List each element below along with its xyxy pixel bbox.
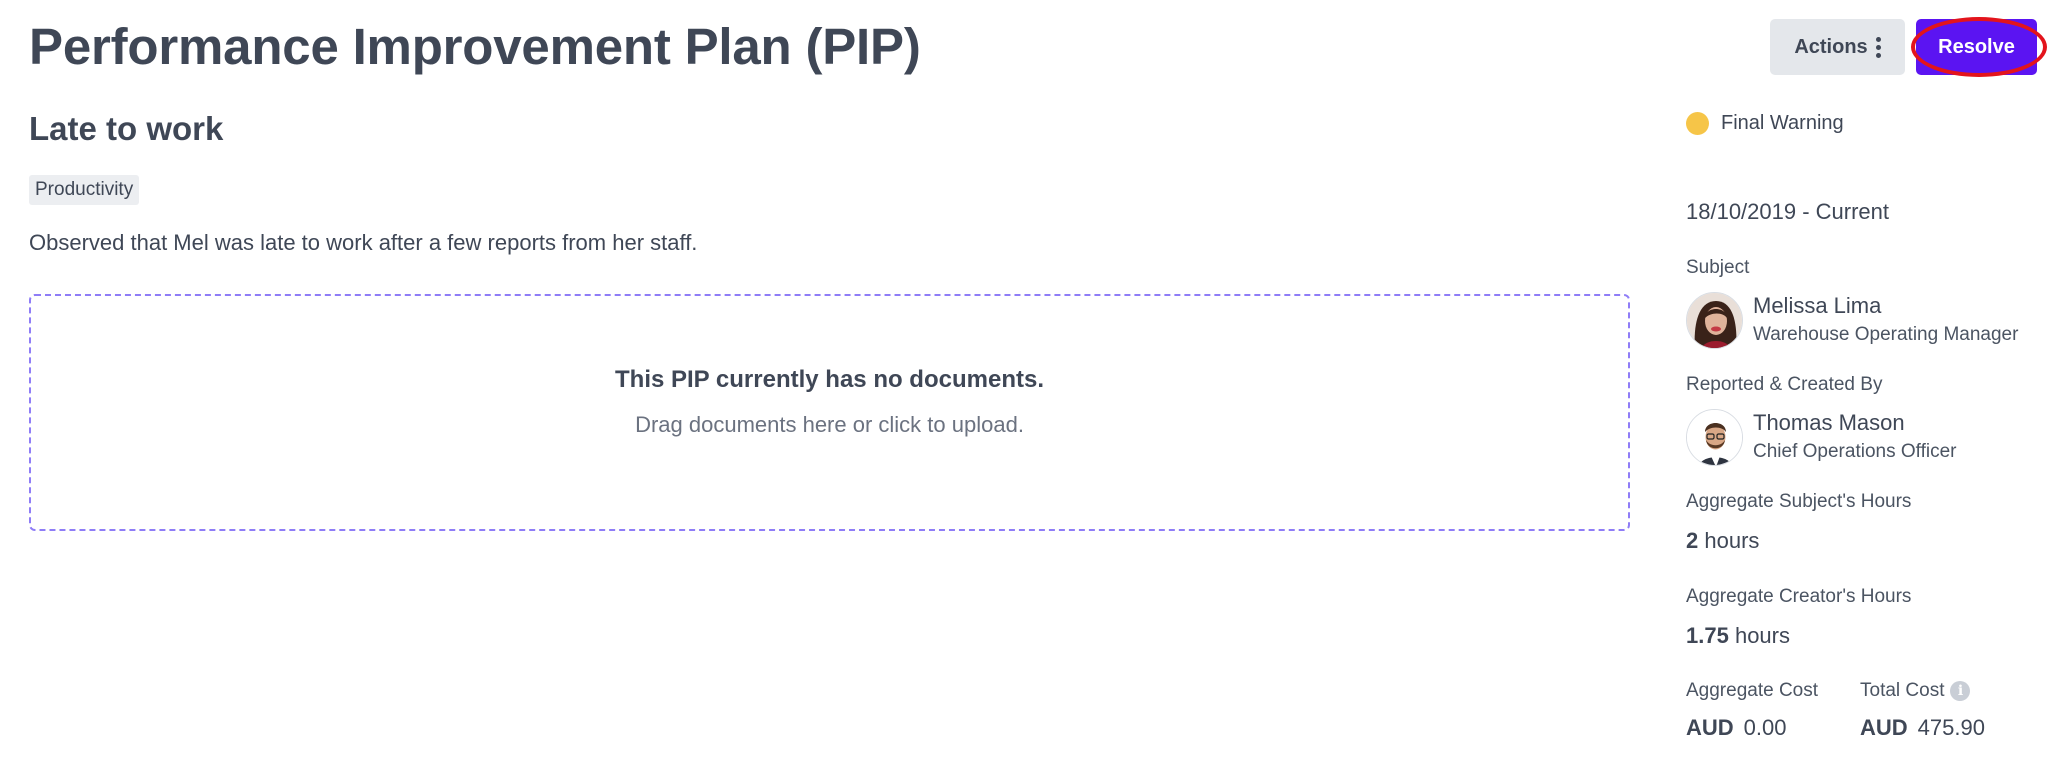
info-icon[interactable]: i xyxy=(1950,681,1971,701)
subject-avatar-image xyxy=(1687,293,1742,348)
category-tag: Productivity xyxy=(29,175,140,205)
creator-hours-number: 1.75 xyxy=(1686,623,1729,648)
aggregate-cost-label: Aggregate Cost xyxy=(1686,680,1819,701)
total-cost-amount: 475.90 xyxy=(1917,715,1985,740)
date-range: 18/10/2019 - Current xyxy=(1686,199,1890,224)
avatar xyxy=(1686,292,1743,349)
subject-label: Subject xyxy=(1686,257,1750,278)
creator-hours-unit: hours xyxy=(1734,623,1790,648)
subject-hours-value: 2 hours xyxy=(1686,528,1759,554)
aggregate-cost: Aggregate Cost AUD 0.00 xyxy=(1686,680,1818,741)
document-dropzone[interactable]: This PIP currently has no documents. Dra… xyxy=(29,294,1630,531)
total-cost-label-row: Total Cost i xyxy=(1860,680,1985,702)
pip-subtitle: Late to work xyxy=(29,110,224,147)
creator-hours-label: Aggregate Creator's Hours xyxy=(1686,586,1912,607)
details-sidebar: Final Warning 18/10/2019 - Current Subje… xyxy=(1686,0,2046,770)
dropzone-title: This PIP currently has no documents. xyxy=(615,366,1044,393)
pip-page: Performance Improvement Plan (PIP) Actio… xyxy=(0,0,2055,770)
reporter-label: Reported & Created By xyxy=(1686,374,1883,395)
total-cost: Total Cost i AUD 475.90 xyxy=(1860,680,1985,741)
status-label: Final Warning xyxy=(1721,112,1844,134)
aggregate-cost-amount: 0.00 xyxy=(1743,715,1787,740)
reporter-name: Thomas Mason xyxy=(1753,410,1905,435)
avatar xyxy=(1686,409,1743,466)
reporter-role: Chief Operations Officer xyxy=(1753,441,1957,462)
subject-hours-unit: hours xyxy=(1704,528,1760,553)
total-cost-label: Total Cost xyxy=(1860,680,1945,701)
total-cost-currency: AUD xyxy=(1860,715,1908,740)
subject-hours-label: Aggregate Subject's Hours xyxy=(1686,491,1912,512)
total-cost-value: AUD 475.90 xyxy=(1860,715,1985,741)
subject-role: Warehouse Operating Manager xyxy=(1753,324,2019,345)
status-badge: Final Warning xyxy=(1686,112,1844,135)
aggregate-cost-value: AUD 0.00 xyxy=(1686,715,1818,741)
pip-description: Observed that Mel was late to work after… xyxy=(29,230,698,255)
subject-person[interactable]: Melissa Lima Warehouse Operating Manager xyxy=(1686,292,2046,354)
creator-hours-value: 1.75 hours xyxy=(1686,623,1790,649)
subject-name: Melissa Lima xyxy=(1753,293,1882,318)
dropzone-hint: Drag documents here or click to upload. xyxy=(635,412,1024,437)
subject-hours-number: 2 xyxy=(1686,528,1699,553)
aggregate-cost-currency: AUD xyxy=(1686,715,1734,740)
page-title: Performance Improvement Plan (PIP) xyxy=(29,18,921,75)
reporter-avatar-image xyxy=(1687,410,1742,465)
status-dot-icon xyxy=(1686,112,1709,135)
reporter-person[interactable]: Thomas Mason Chief Operations Officer xyxy=(1686,409,2046,471)
